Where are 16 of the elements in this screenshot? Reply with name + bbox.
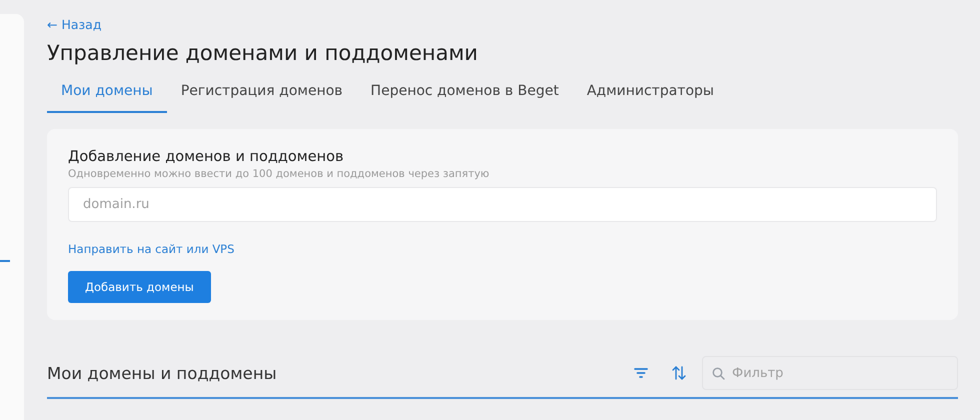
card-title: Добавление доменов и поддоменов	[68, 149, 344, 165]
domain-input-field[interactable]: domain.ru	[68, 187, 937, 222]
back-link[interactable]: ← Назад	[47, 17, 102, 32]
sort-icon[interactable]	[672, 366, 686, 380]
filter-icon[interactable]	[634, 367, 648, 379]
redirect-link[interactable]: Направить на сайт или VPS	[68, 242, 234, 256]
card-hint: Одновременно можно ввести до 100 доменов и поддоменов через запятую	[68, 168, 490, 180]
page-title: Управление доменами и поддоменами	[47, 41, 479, 65]
add-domains-button[interactable]: Добавить домены	[68, 271, 211, 303]
tab[interactable]: Мои домены	[47, 79, 167, 113]
tab[interactable]: Регистрация доменов	[166, 79, 357, 113]
tab[interactable]: Администраторы	[572, 79, 728, 113]
tab[interactable]: Перенос доменов в Beget	[356, 79, 573, 113]
active-indicator	[0, 260, 10, 262]
filter-field[interactable]: Фильтр	[702, 356, 958, 390]
section-title: Мои домены и поддомены	[47, 364, 278, 382]
